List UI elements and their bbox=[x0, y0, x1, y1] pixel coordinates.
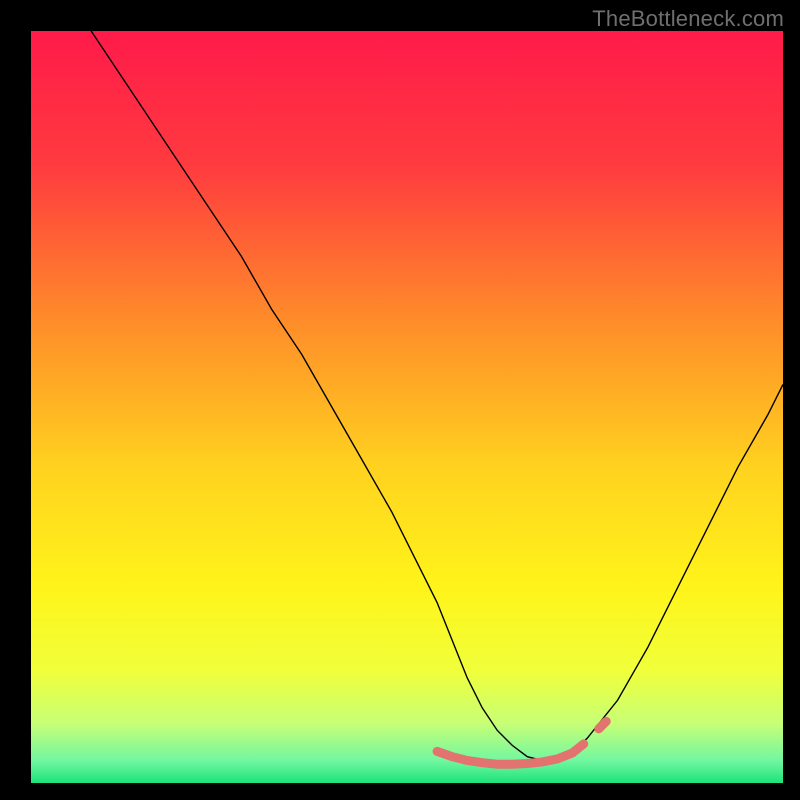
watermark-text: TheBottleneck.com bbox=[592, 6, 784, 32]
series-flat-highlight-dot bbox=[599, 721, 607, 729]
outer-frame: TheBottleneck.com bbox=[0, 0, 800, 800]
chart-svg bbox=[31, 31, 783, 783]
series-flat-highlight bbox=[437, 744, 584, 764]
plot-area bbox=[31, 31, 783, 783]
series-curve bbox=[91, 31, 783, 760]
